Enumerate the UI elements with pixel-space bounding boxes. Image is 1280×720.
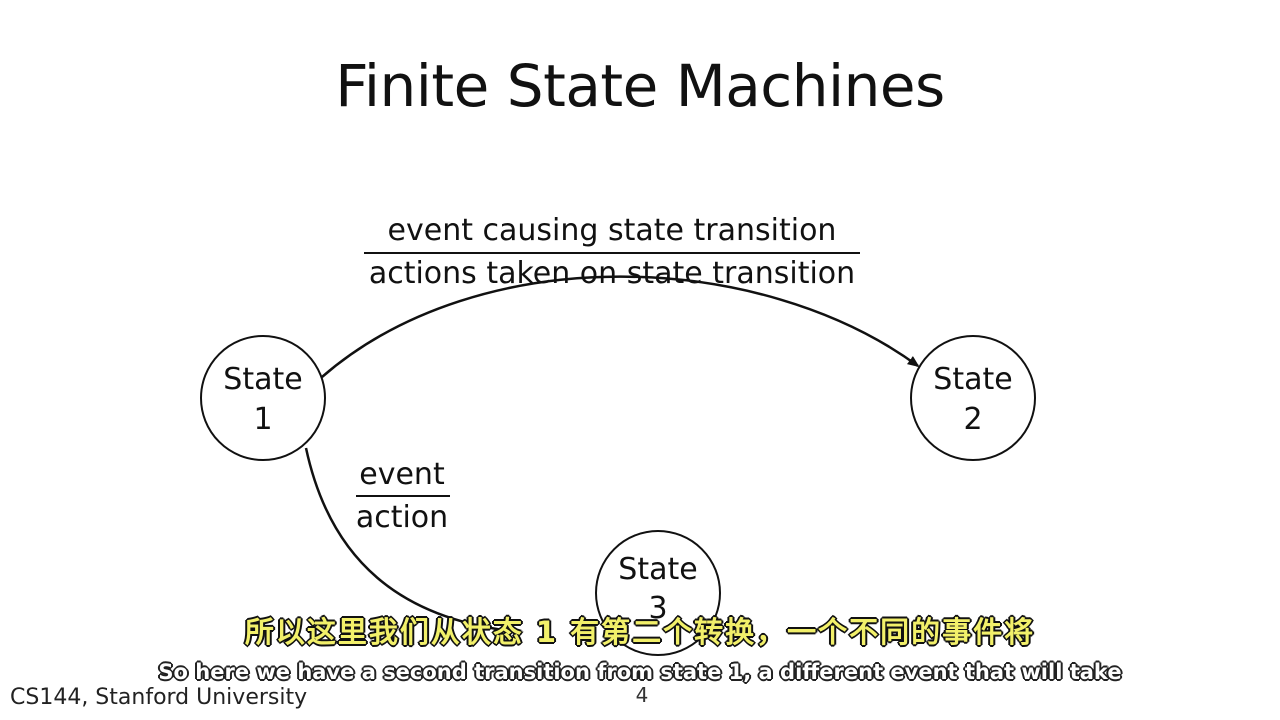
transition-1-2-action: actions taken on state transition <box>368 256 856 291</box>
state-2-label-line2: 2 <box>963 402 983 437</box>
state-1-label-line2: 1 <box>253 402 273 437</box>
transition-1-2-event: event causing state transition <box>387 213 837 248</box>
slide-footer: CS144, Stanford University <box>10 685 308 710</box>
transition-1-2-divider <box>364 252 860 254</box>
state-1-label-line1: State <box>223 362 303 397</box>
transition-1-3-divider <box>356 495 450 497</box>
state-2-label-line1: State <box>933 362 1013 397</box>
transition-1-3-event: event <box>359 457 445 492</box>
page-number: 4 <box>635 683 649 707</box>
subtitle-chinese: 所以这里我们从状态 1 有第二个转换，一个不同的事件将 <box>244 615 1036 649</box>
state-3-label-line1: State <box>618 552 698 587</box>
transition-1-3-action: action <box>355 500 449 535</box>
